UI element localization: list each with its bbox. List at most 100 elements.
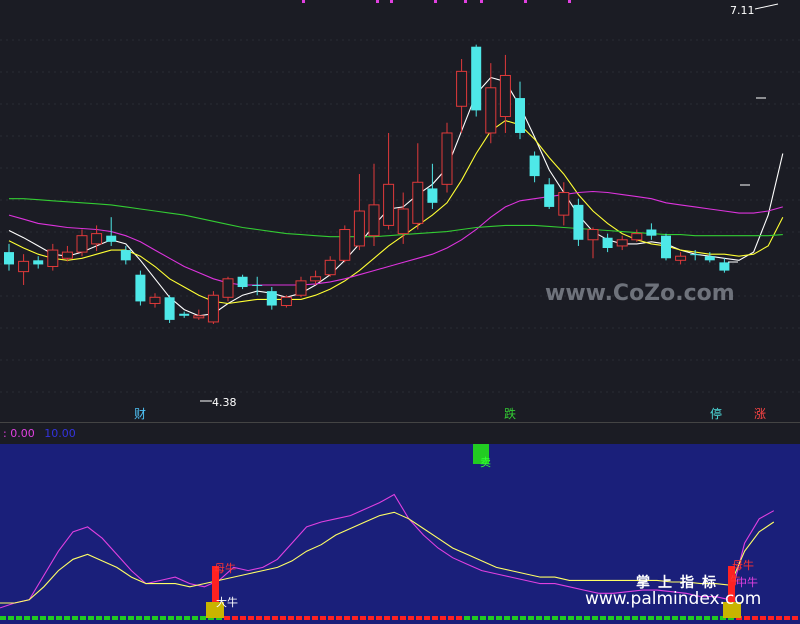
- baseline-bar: [168, 616, 174, 620]
- baseline-bar: [320, 616, 326, 620]
- candle-body-up: [193, 315, 205, 319]
- candlestick-chart: www.CoZo.com 7.11 4.38 财 跌 停 涨: [0, 0, 800, 424]
- baseline-bar: [536, 616, 542, 620]
- candle-body-down: [135, 274, 146, 302]
- candle-body-down: [33, 260, 44, 265]
- baseline-bar: [480, 616, 486, 620]
- candle-body-up: [18, 260, 30, 273]
- candle-body-up: [280, 296, 292, 307]
- baseline-bar: [360, 616, 366, 620]
- top-dot-marker: [464, 0, 467, 3]
- top-dot-marker: [302, 0, 305, 3]
- baseline-bar: [304, 616, 310, 620]
- baseline-bar: [440, 616, 446, 620]
- candle-body-down: [602, 237, 613, 248]
- baseline-bar: [784, 616, 790, 620]
- marker-die: 跌: [504, 406, 516, 421]
- baseline-bar: [648, 616, 654, 620]
- top-dot-marker: [524, 0, 527, 3]
- baseline-bar: [752, 616, 758, 620]
- baseline-bar: [640, 616, 646, 620]
- candle-body-down: [573, 204, 584, 240]
- candle-body-up: [485, 87, 497, 134]
- candle-body-up: [558, 192, 570, 216]
- ma-line-3: [9, 198, 783, 238]
- baseline-bar: [112, 616, 118, 620]
- candle-body-up: [324, 259, 336, 276]
- baseline-bar: [16, 616, 22, 620]
- baseline-bar: [424, 616, 430, 620]
- high-arrow: [754, 3, 779, 10]
- candle-body-up: [441, 132, 453, 185]
- bull-label-e: 中牛: [736, 575, 758, 589]
- candle-body-down: [252, 284, 263, 286]
- indicator-value-b: 10.00: [44, 427, 76, 440]
- candle-body-down: [179, 313, 190, 316]
- baseline-bar: [56, 616, 62, 620]
- baseline-bar: [88, 616, 94, 620]
- baseline-bar: [600, 616, 606, 620]
- baseline-bar: [616, 616, 622, 620]
- candle-body-up: [310, 276, 322, 282]
- candle-body-up: [353, 210, 365, 247]
- candle-body-up: [499, 74, 511, 118]
- baseline-bar: [184, 616, 190, 620]
- baseline-bar: [584, 616, 590, 620]
- baseline-bar: [312, 616, 318, 620]
- baseline-bar: [296, 616, 302, 620]
- baseline-bar: [192, 616, 198, 620]
- candle-body-up: [631, 233, 643, 241]
- baseline-bar: [448, 616, 454, 620]
- indicator-baseline-bars: [0, 616, 798, 620]
- baseline-bar: [0, 616, 6, 620]
- candle-body-up: [456, 70, 468, 107]
- baseline-bar: [96, 616, 102, 620]
- baseline-bar: [144, 616, 150, 620]
- baseline-bar: [32, 616, 38, 620]
- baseline-bar: [528, 616, 534, 620]
- baseline-bar: [400, 616, 406, 620]
- candle-body-down: [646, 229, 657, 236]
- baseline-bar: [352, 616, 358, 620]
- baseline-bar: [48, 616, 54, 620]
- candle-body-up: [76, 235, 88, 253]
- baseline-bar: [496, 616, 502, 620]
- candle-body-up: [412, 181, 424, 224]
- baseline-bar: [712, 616, 718, 620]
- baseline-bar: [456, 616, 462, 620]
- baseline-bar: [472, 616, 478, 620]
- candle-body-up: [383, 183, 395, 226]
- baseline-bar: [336, 616, 342, 620]
- candle-body-down: [690, 254, 701, 256]
- high-label: 7.11: [730, 4, 755, 17]
- indicator-header: : 0.00 10.00: [0, 424, 800, 444]
- watermark: www.CoZo.com: [545, 281, 735, 306]
- bull-label-a: 母牛: [214, 561, 236, 575]
- top-dot-marker: [480, 0, 483, 3]
- candle-body-up: [222, 278, 234, 298]
- candle-body-up: [675, 255, 687, 261]
- top-dot-marker: [376, 0, 379, 3]
- candle-body-up: [368, 204, 380, 237]
- baseline-bar: [136, 616, 142, 620]
- candle-body-down: [515, 98, 525, 133]
- candle-body-up: [47, 249, 59, 267]
- baseline-bar: [576, 616, 582, 620]
- baseline-bar: [744, 616, 750, 620]
- baseline-bar: [688, 616, 694, 620]
- baseline-bar: [384, 616, 390, 620]
- baseline-bar: [432, 616, 438, 620]
- baseline-bar: [672, 616, 678, 620]
- baseline-bar: [376, 616, 382, 620]
- candle-body-down: [120, 250, 131, 261]
- baseline-bar: [64, 616, 70, 620]
- candle-body-up: [587, 229, 599, 241]
- indicator-value-a: : 0.00: [3, 427, 35, 440]
- baseline-bar: [608, 616, 614, 620]
- baseline-bar: [656, 616, 662, 620]
- baseline-bar: [288, 616, 294, 620]
- baseline-bar: [632, 616, 638, 620]
- baseline-bar: [160, 616, 166, 620]
- baseline-bar: [544, 616, 550, 620]
- candle-body-down: [719, 262, 730, 271]
